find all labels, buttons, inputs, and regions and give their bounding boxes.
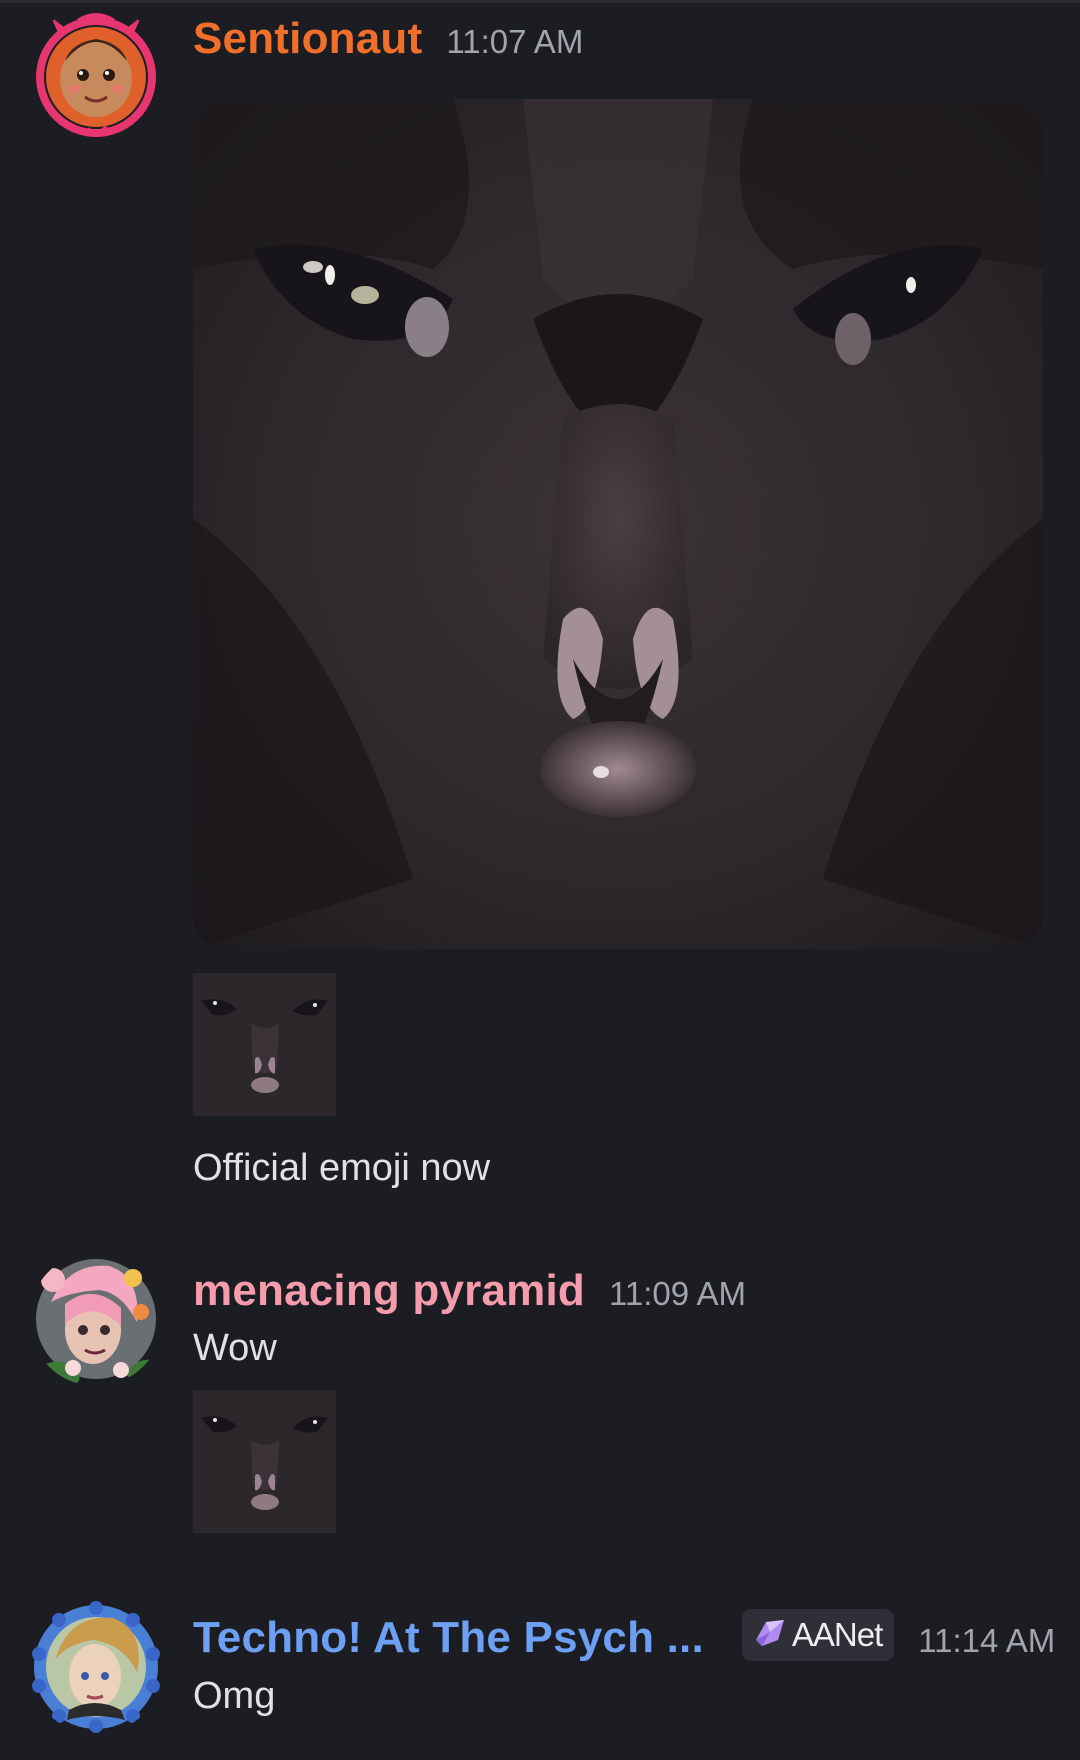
username[interactable]: Techno! At The Psych ... (193, 1613, 704, 1663)
crystal-icon (752, 1618, 786, 1653)
message-text: Official emoji now (193, 1147, 491, 1189)
role-tag-label: AANet (791, 1616, 883, 1653)
avatar-menacing-pyramid[interactable] (29, 1252, 163, 1386)
message-text: Omg (193, 1675, 276, 1717)
timestamp: 11:14 AM (918, 1622, 1056, 1659)
cat-face-image[interactable] (193, 99, 1043, 949)
timestamp: 11:09 AM (608, 1275, 746, 1312)
role-tag[interactable]: AANet (741, 1609, 895, 1661)
avatar-sentionaut[interactable] (29, 5, 163, 139)
message-text: Wow (193, 1327, 277, 1369)
username[interactable]: menacing pyramid (193, 1266, 585, 1316)
message-header: menacing pyramid 11:09 AM (193, 1266, 746, 1316)
message-techno[interactable]: Techno! At The Psych ... AANet 11:14 AM … (0, 1586, 1080, 1760)
avatar-techno[interactable] (29, 1600, 163, 1734)
message-header: Techno! At The Psych ... AANet 11:14 AM (193, 1609, 1056, 1665)
timestamp: 11:07 AM (446, 23, 584, 60)
cat-face-emoji[interactable] (193, 973, 336, 1116)
message-header: Sentionaut 11:07 AM (193, 14, 583, 64)
message-menacing-pyramid[interactable]: menacing pyramid 11:09 AM Wow (0, 1240, 1080, 1550)
username[interactable]: Sentionaut (193, 14, 422, 64)
cat-face-emoji[interactable] (193, 1390, 336, 1533)
message-sentionaut[interactable]: Sentionaut 11:07 AM Official emoji now (0, 0, 1080, 1200)
